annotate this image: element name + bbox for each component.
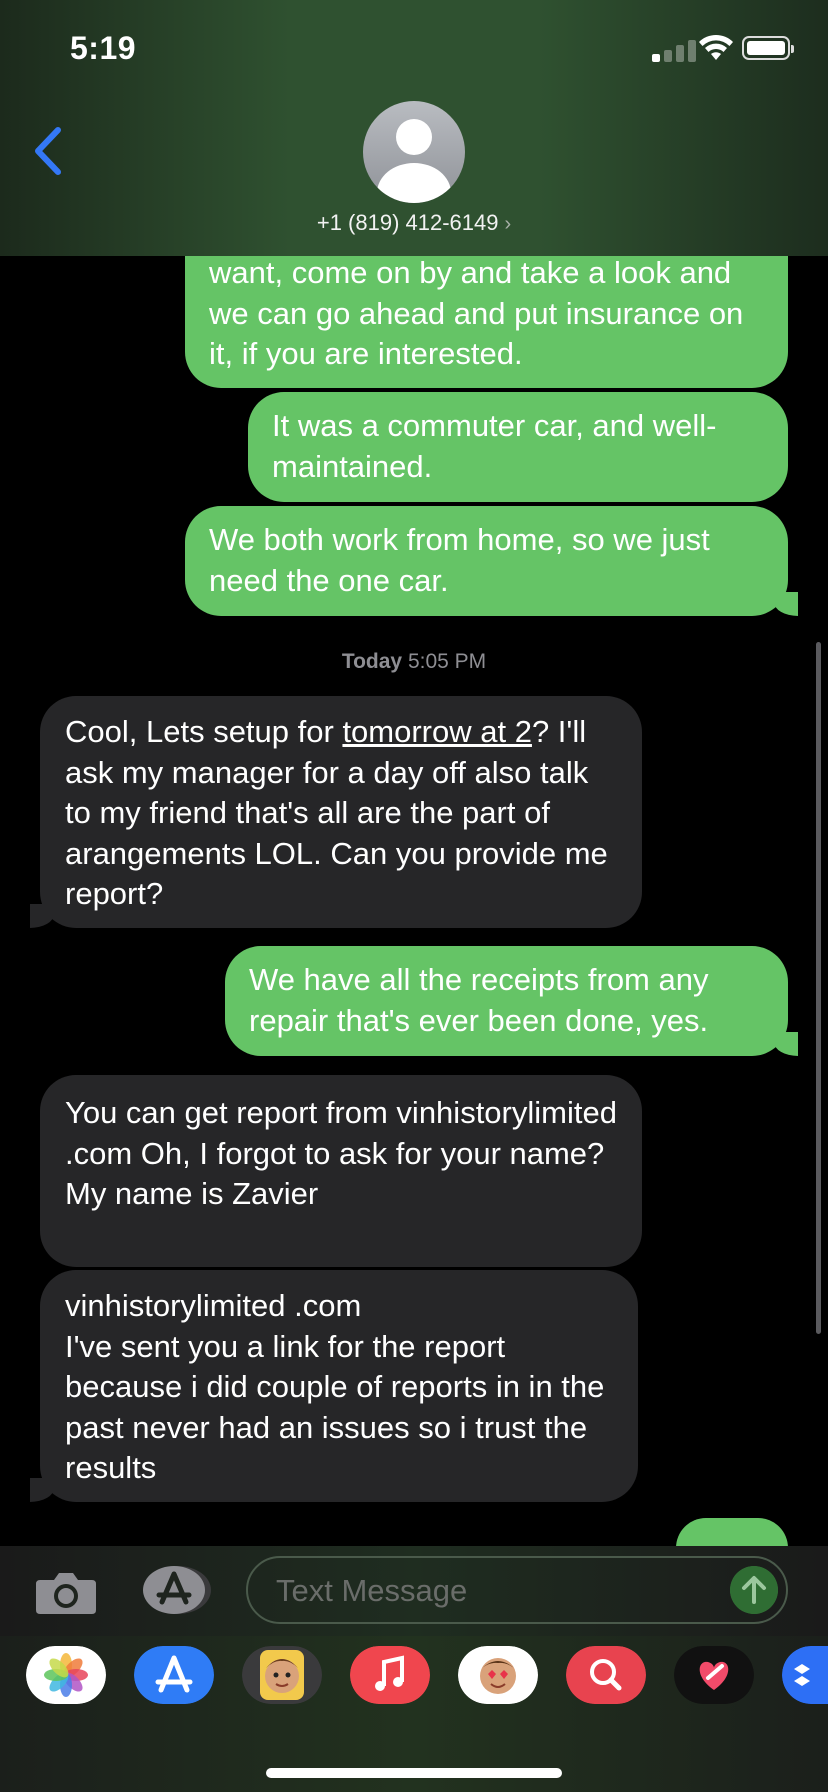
message-incoming[interactable]: vinhistorylimited .com I've sent you a l…	[30, 1270, 638, 1502]
contact-chevron-icon: ›	[504, 213, 512, 235]
send-arrow-icon[interactable]	[730, 1566, 778, 1614]
back-chevron-icon[interactable]	[30, 126, 66, 176]
cellular-signal-icon	[652, 38, 702, 62]
apps-button-icon[interactable]	[140, 1564, 212, 1616]
memoji-stickers-icon[interactable]	[458, 1646, 538, 1704]
message-text-field[interactable]	[246, 1556, 788, 1624]
battery-icon	[742, 36, 794, 60]
message-outgoing[interactable]: It was a commuter car, and well-maintain…	[248, 392, 788, 502]
status-time: 5:19	[70, 30, 137, 66]
app-store-icon[interactable]	[134, 1646, 214, 1704]
photos-icon[interactable]	[26, 1646, 106, 1704]
message-input[interactable]	[274, 1570, 698, 1612]
message-outgoing[interactable]: We have all the receipts from any repair…	[225, 946, 798, 1056]
music-icon[interactable]	[350, 1646, 430, 1704]
search-images-icon[interactable]	[566, 1646, 646, 1704]
message-timestamp: Today 5:05 PM	[341, 650, 487, 673]
contact-name[interactable]: +1 (819) 412-6149 ›	[0, 210, 828, 236]
memoji-icon[interactable]	[242, 1646, 322, 1704]
contact-avatar[interactable]	[363, 101, 465, 203]
camera-icon[interactable]	[34, 1568, 98, 1616]
link-text[interactable]: vinhistorylimited .com	[65, 1286, 618, 1327]
digital-touch-icon[interactable]	[674, 1646, 754, 1704]
contact-number: +1 (819) 412-6149	[316, 210, 499, 235]
message-outgoing[interactable]: We both work from home, so we just need …	[185, 506, 798, 616]
date-link[interactable]: tomorrow at 2	[342, 714, 532, 749]
conversation-header: 5:19 +1 (819) 412-6149 ›	[0, 0, 828, 256]
home-indicator[interactable]	[266, 1768, 562, 1778]
message-incoming[interactable]: You can get report from vinhistorylimite…	[40, 1075, 642, 1267]
wifi-icon	[699, 34, 733, 60]
message-incoming[interactable]: Cool, Lets setup for tomorrow at 2? I'll…	[30, 696, 642, 928]
scrollbar[interactable]	[816, 642, 821, 1334]
